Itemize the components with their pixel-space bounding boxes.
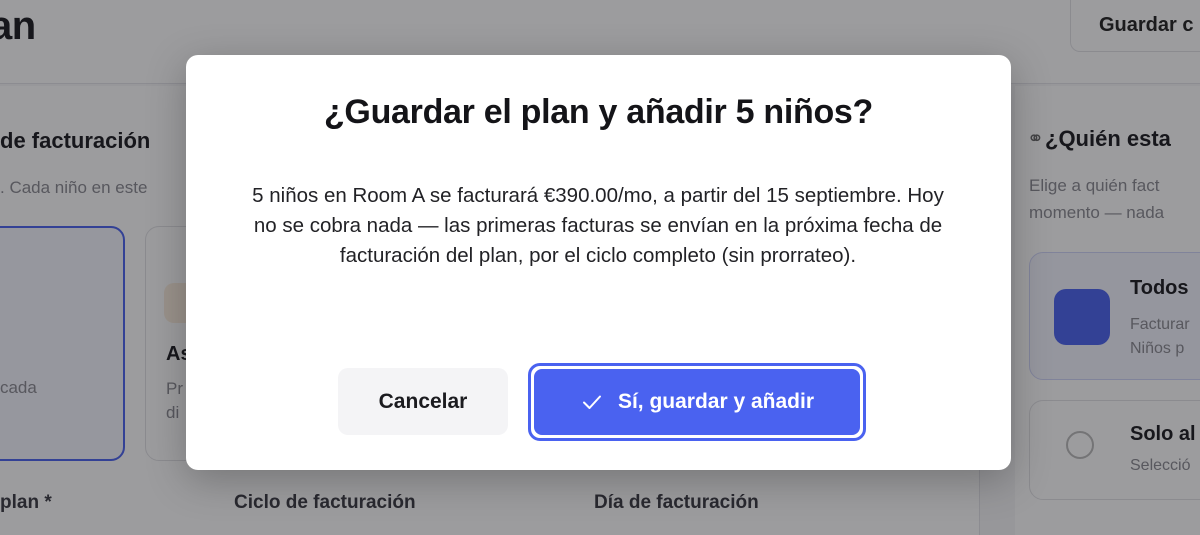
check-icon — [582, 395, 601, 409]
cancel-button[interactable]: Cancelar — [338, 368, 508, 435]
confirm-button-label: Sí, guardar y añadir — [617, 390, 815, 413]
billing-plan-page: an Guardar c de facturación . Cada niño … — [0, 0, 1200, 535]
dialog-title: ¿Guardar el plan y añadir 5 niños? — [323, 93, 874, 131]
confirm-save-dialog: ¿Guardar el plan y añadir 5 niños? 5 niñ… — [186, 55, 1011, 470]
confirm-save-add-button[interactable]: Sí, guardar y añadir — [528, 363, 866, 441]
dialog-body: 5 niños en Room A se facturará €390.00/m… — [252, 184, 944, 267]
